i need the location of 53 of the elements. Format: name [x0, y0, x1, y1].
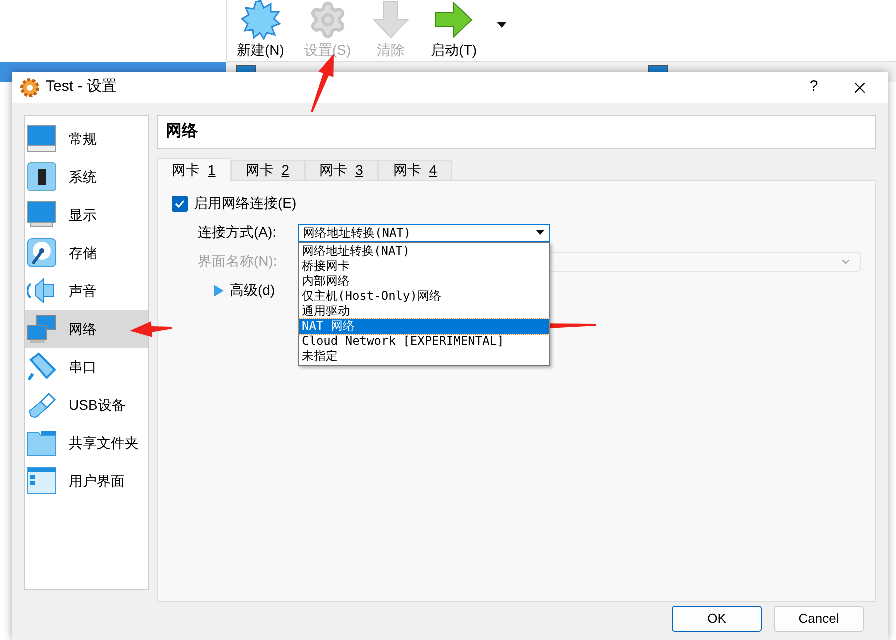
caret-icon[interactable]: [497, 22, 507, 28]
folder-icon: [27, 428, 57, 458]
dropdown-option[interactable]: 内部网络: [299, 274, 549, 288]
sidebar-item[interactable]: 存储: [25, 234, 148, 272]
sidebar-item[interactable]: USB设备: [25, 386, 148, 424]
sidebar-item[interactable]: 声音: [25, 272, 148, 310]
sidebar-item[interactable]: 系统: [25, 158, 148, 196]
dropdown-option[interactable]: 通用驱动: [299, 304, 549, 318]
serial-plug-icon: [27, 352, 57, 382]
tab[interactable]: 网卡 1: [157, 158, 231, 181]
tab[interactable]: 网卡 4: [378, 160, 452, 180]
advanced-toggle[interactable]: 高级(d): [214, 280, 276, 301]
dropdown-option[interactable]: 桥接网卡: [299, 258, 549, 274]
connection-type-dropdown[interactable]: 网络地址转换(NAT): [298, 224, 550, 242]
sidebar-item[interactable]: 显示: [25, 196, 148, 234]
starburst-icon: [240, 0, 281, 40]
expand-triangle-icon: [214, 284, 224, 296]
sidebar-item[interactable]: 网络: [25, 310, 148, 348]
field-label: 连接方式(A):: [198, 223, 278, 242]
checkbox[interactable]: [172, 196, 188, 212]
tab[interactable]: 网卡 2: [230, 160, 305, 180]
dropdown-option[interactable]: 未指定: [299, 348, 549, 364]
field-label: 界面名称(N):: [198, 252, 278, 271]
monitor-icon: [27, 200, 57, 230]
help-button[interactable]: ?: [794, 76, 834, 99]
tab[interactable]: 网卡 3: [304, 160, 378, 180]
dialog-button[interactable]: OK: [672, 606, 762, 632]
window-title: Test - 设置: [46, 77, 117, 98]
sidebar-item[interactable]: 共享文件夹: [25, 424, 148, 462]
right-arrow-icon: [434, 0, 474, 40]
dropdown-option[interactable]: 网络地址转换(NAT): [299, 244, 549, 258]
sidebar-item[interactable]: 串口: [25, 348, 148, 386]
network-icon: [27, 314, 57, 344]
caret-icon: [536, 230, 545, 235]
sidebar-item[interactable]: 用户界面: [25, 462, 148, 500]
dropdown-option[interactable]: 仅主机(Host-Only)网络: [299, 288, 549, 304]
dropdown-option[interactable]: NAT 网络: [299, 318, 549, 334]
usb-plug-icon: [27, 390, 57, 420]
down-arrow-icon: [371, 0, 412, 40]
sidebar-item[interactable]: 常规: [25, 120, 148, 158]
section-title: 网络: [157, 115, 876, 149]
check-icon: [174, 198, 186, 210]
dialog-button[interactable]: Cancel: [774, 606, 864, 632]
window-icon: [27, 466, 57, 496]
toolbar-button[interactable]: 新建(N): [237, 0, 284, 61]
gear-icon: [20, 78, 40, 98]
monitor-icon: [27, 124, 57, 154]
chip-icon: [27, 162, 57, 192]
speaker-icon: [27, 276, 57, 306]
dropdown-option[interactable]: Cloud Network [EXPERIMENTAL]: [299, 334, 549, 348]
annotation-arrow: [130, 321, 172, 338]
toolbar-button[interactable]: 启动(T): [431, 0, 477, 61]
checkbox-label: 启用网络连接(E): [194, 194, 297, 213]
